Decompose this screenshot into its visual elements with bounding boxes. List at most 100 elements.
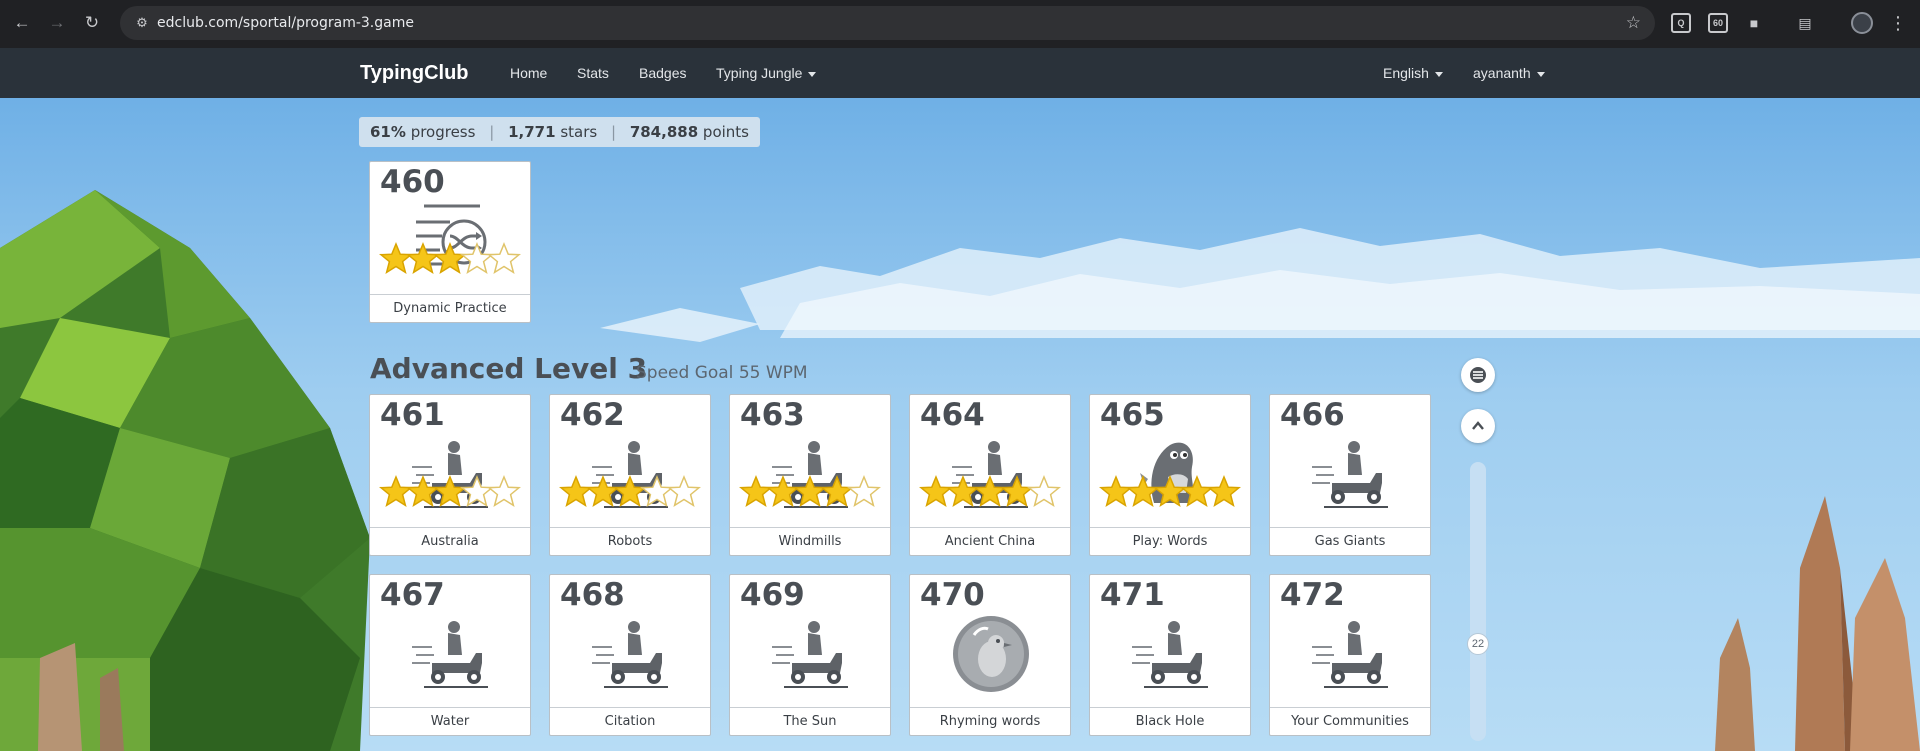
lesson-name: The Sun: [730, 707, 890, 735]
lesson-name: Australia: [370, 527, 530, 555]
speed-goal: Speed Goal 55 WPM: [636, 363, 808, 383]
site-settings-icon[interactable]: ⚙: [134, 15, 150, 31]
nav-home-link[interactable]: Home: [510, 64, 547, 82]
lesson-card[interactable]: 469 The Sun: [729, 574, 891, 736]
language-dropdown[interactable]: English: [1383, 64, 1443, 82]
nav-jungle-dropdown[interactable]: Typing Jungle: [716, 64, 817, 82]
star-rating: [739, 655, 883, 695]
lesson-number: 466: [1280, 397, 1345, 433]
lesson-number: 467: [380, 577, 445, 613]
stars-label: stars: [560, 123, 598, 141]
star-rating: [1099, 475, 1243, 515]
lesson-name: Gas Giants: [1270, 527, 1430, 555]
lesson-card[interactable]: 470 Rhyming words: [909, 574, 1071, 736]
bookmark-star-icon[interactable]: ☆: [1626, 13, 1641, 33]
lesson-card[interactable]: 464 Ancient China: [909, 394, 1071, 556]
lesson-number: 472: [1280, 577, 1345, 613]
list-menu-button[interactable]: [1461, 358, 1495, 392]
extension-icon[interactable]: 60: [1708, 13, 1728, 33]
lesson-card[interactable]: 462 Robots: [549, 394, 711, 556]
app-navbar: TypingClub Home Stats Badges Typing Jung…: [0, 48, 1920, 98]
language-label: English: [1383, 65, 1429, 81]
lesson-number: 460: [380, 164, 445, 200]
lesson-name: Ancient China: [910, 527, 1070, 555]
progress-percent: 61%: [370, 123, 406, 141]
stars-count: 1,771: [508, 123, 556, 141]
lesson-number: 465: [1100, 397, 1165, 433]
profile-avatar[interactable]: [1851, 12, 1873, 34]
lesson-name: Rhyming words: [910, 707, 1070, 735]
nav-stats-link[interactable]: Stats: [577, 64, 609, 82]
lesson-name: Citation: [550, 707, 710, 735]
reload-icon[interactable]: ↻: [81, 12, 103, 34]
nav-badges-link[interactable]: Badges: [639, 64, 686, 82]
lesson-card[interactable]: 471 Black Hole: [1089, 574, 1251, 736]
lesson-name: Robots: [550, 527, 710, 555]
lesson-name: Your Communities: [1270, 707, 1430, 735]
lesson-number: 469: [740, 577, 805, 613]
caret-down-icon: [1434, 71, 1443, 77]
forward-arrow-icon[interactable]: →: [46, 12, 68, 34]
kebab-menu-icon[interactable]: ⋮: [1889, 12, 1907, 34]
lesson-number: 468: [560, 577, 625, 613]
empty-star-icon: [487, 242, 521, 276]
lesson-number: 462: [560, 397, 625, 433]
list-menu-icon: [1470, 367, 1486, 383]
points-count: 784,888: [629, 123, 699, 141]
caret-down-icon: [1536, 71, 1545, 77]
user-name: ayananth: [1473, 65, 1531, 81]
level-scroll-track[interactable]: [1470, 462, 1486, 741]
lesson-card[interactable]: 463 Windmills: [729, 394, 891, 556]
lesson-number: 470: [920, 577, 985, 613]
lesson-card[interactable]: 467 Water: [369, 574, 531, 736]
chevron-up-icon: [1472, 421, 1484, 430]
lesson-card[interactable]: 466 Gas Giants: [1269, 394, 1431, 556]
screenshot-search-icon[interactable]: Q: [1671, 13, 1691, 33]
caret-down-icon: [808, 71, 817, 77]
star-rating: [379, 242, 523, 282]
nav-jungle-label: Typing Jungle: [716, 65, 803, 81]
user-dropdown[interactable]: ayananth: [1473, 64, 1545, 82]
lesson-number: 471: [1100, 577, 1165, 613]
brand-logo[interactable]: TypingClub: [360, 61, 469, 85]
filled-star-icon: [1207, 475, 1241, 509]
empty-star-icon: [487, 475, 521, 509]
level-scroll-indicator[interactable]: 22: [1467, 633, 1489, 655]
lesson-name: Black Hole: [1090, 707, 1250, 735]
empty-star-icon: [1027, 475, 1061, 509]
lesson-card-featured[interactable]: 460 Dynamic Practice: [369, 161, 531, 323]
lesson-card[interactable]: 465 Play: Words: [1089, 394, 1251, 556]
star-rating: [919, 475, 1063, 515]
empty-star-icon: [847, 475, 881, 509]
lesson-name: Windmills: [730, 527, 890, 555]
reading-list-icon[interactable]: ▤: [1795, 13, 1815, 33]
star-rating: [379, 475, 523, 515]
lesson-name: Dynamic Practice: [370, 294, 530, 322]
lesson-name: Water: [370, 707, 530, 735]
empty-star-icon: [667, 475, 701, 509]
level-title: Advanced Level 3: [370, 352, 648, 385]
puzzle-icon[interactable]: ■: [1744, 13, 1764, 33]
lesson-card[interactable]: 472 Your Communities: [1269, 574, 1431, 736]
points-label: points: [702, 123, 749, 141]
lesson-name: Play: Words: [1090, 527, 1250, 555]
browser-toolbar: ← → ↻ ⚙ edclub.com/sportal/program-3.gam…: [0, 0, 1920, 48]
address-bar[interactable]: ⚙ edclub.com/sportal/program-3.game ☆: [120, 6, 1655, 40]
star-rating: [559, 655, 703, 695]
scroll-up-button[interactable]: [1461, 409, 1495, 443]
star-rating: [559, 475, 703, 515]
lesson-number: 463: [740, 397, 805, 433]
lesson-number: 464: [920, 397, 985, 433]
progress-summary: 61% progress | 1,771 stars | 784,888 poi…: [359, 117, 760, 147]
star-rating: [1099, 655, 1243, 695]
lesson-card[interactable]: 461 Australia: [369, 394, 531, 556]
star-rating: [1279, 475, 1423, 515]
lesson-number: 461: [380, 397, 445, 433]
lesson-card[interactable]: 468 Citation: [549, 574, 711, 736]
back-arrow-icon[interactable]: ←: [11, 12, 33, 34]
star-rating: [919, 655, 1063, 695]
star-rating: [1279, 655, 1423, 695]
progress-percent-label: progress: [410, 123, 476, 141]
star-rating: [379, 655, 523, 695]
url-text[interactable]: edclub.com/sportal/program-3.game: [157, 14, 414, 32]
